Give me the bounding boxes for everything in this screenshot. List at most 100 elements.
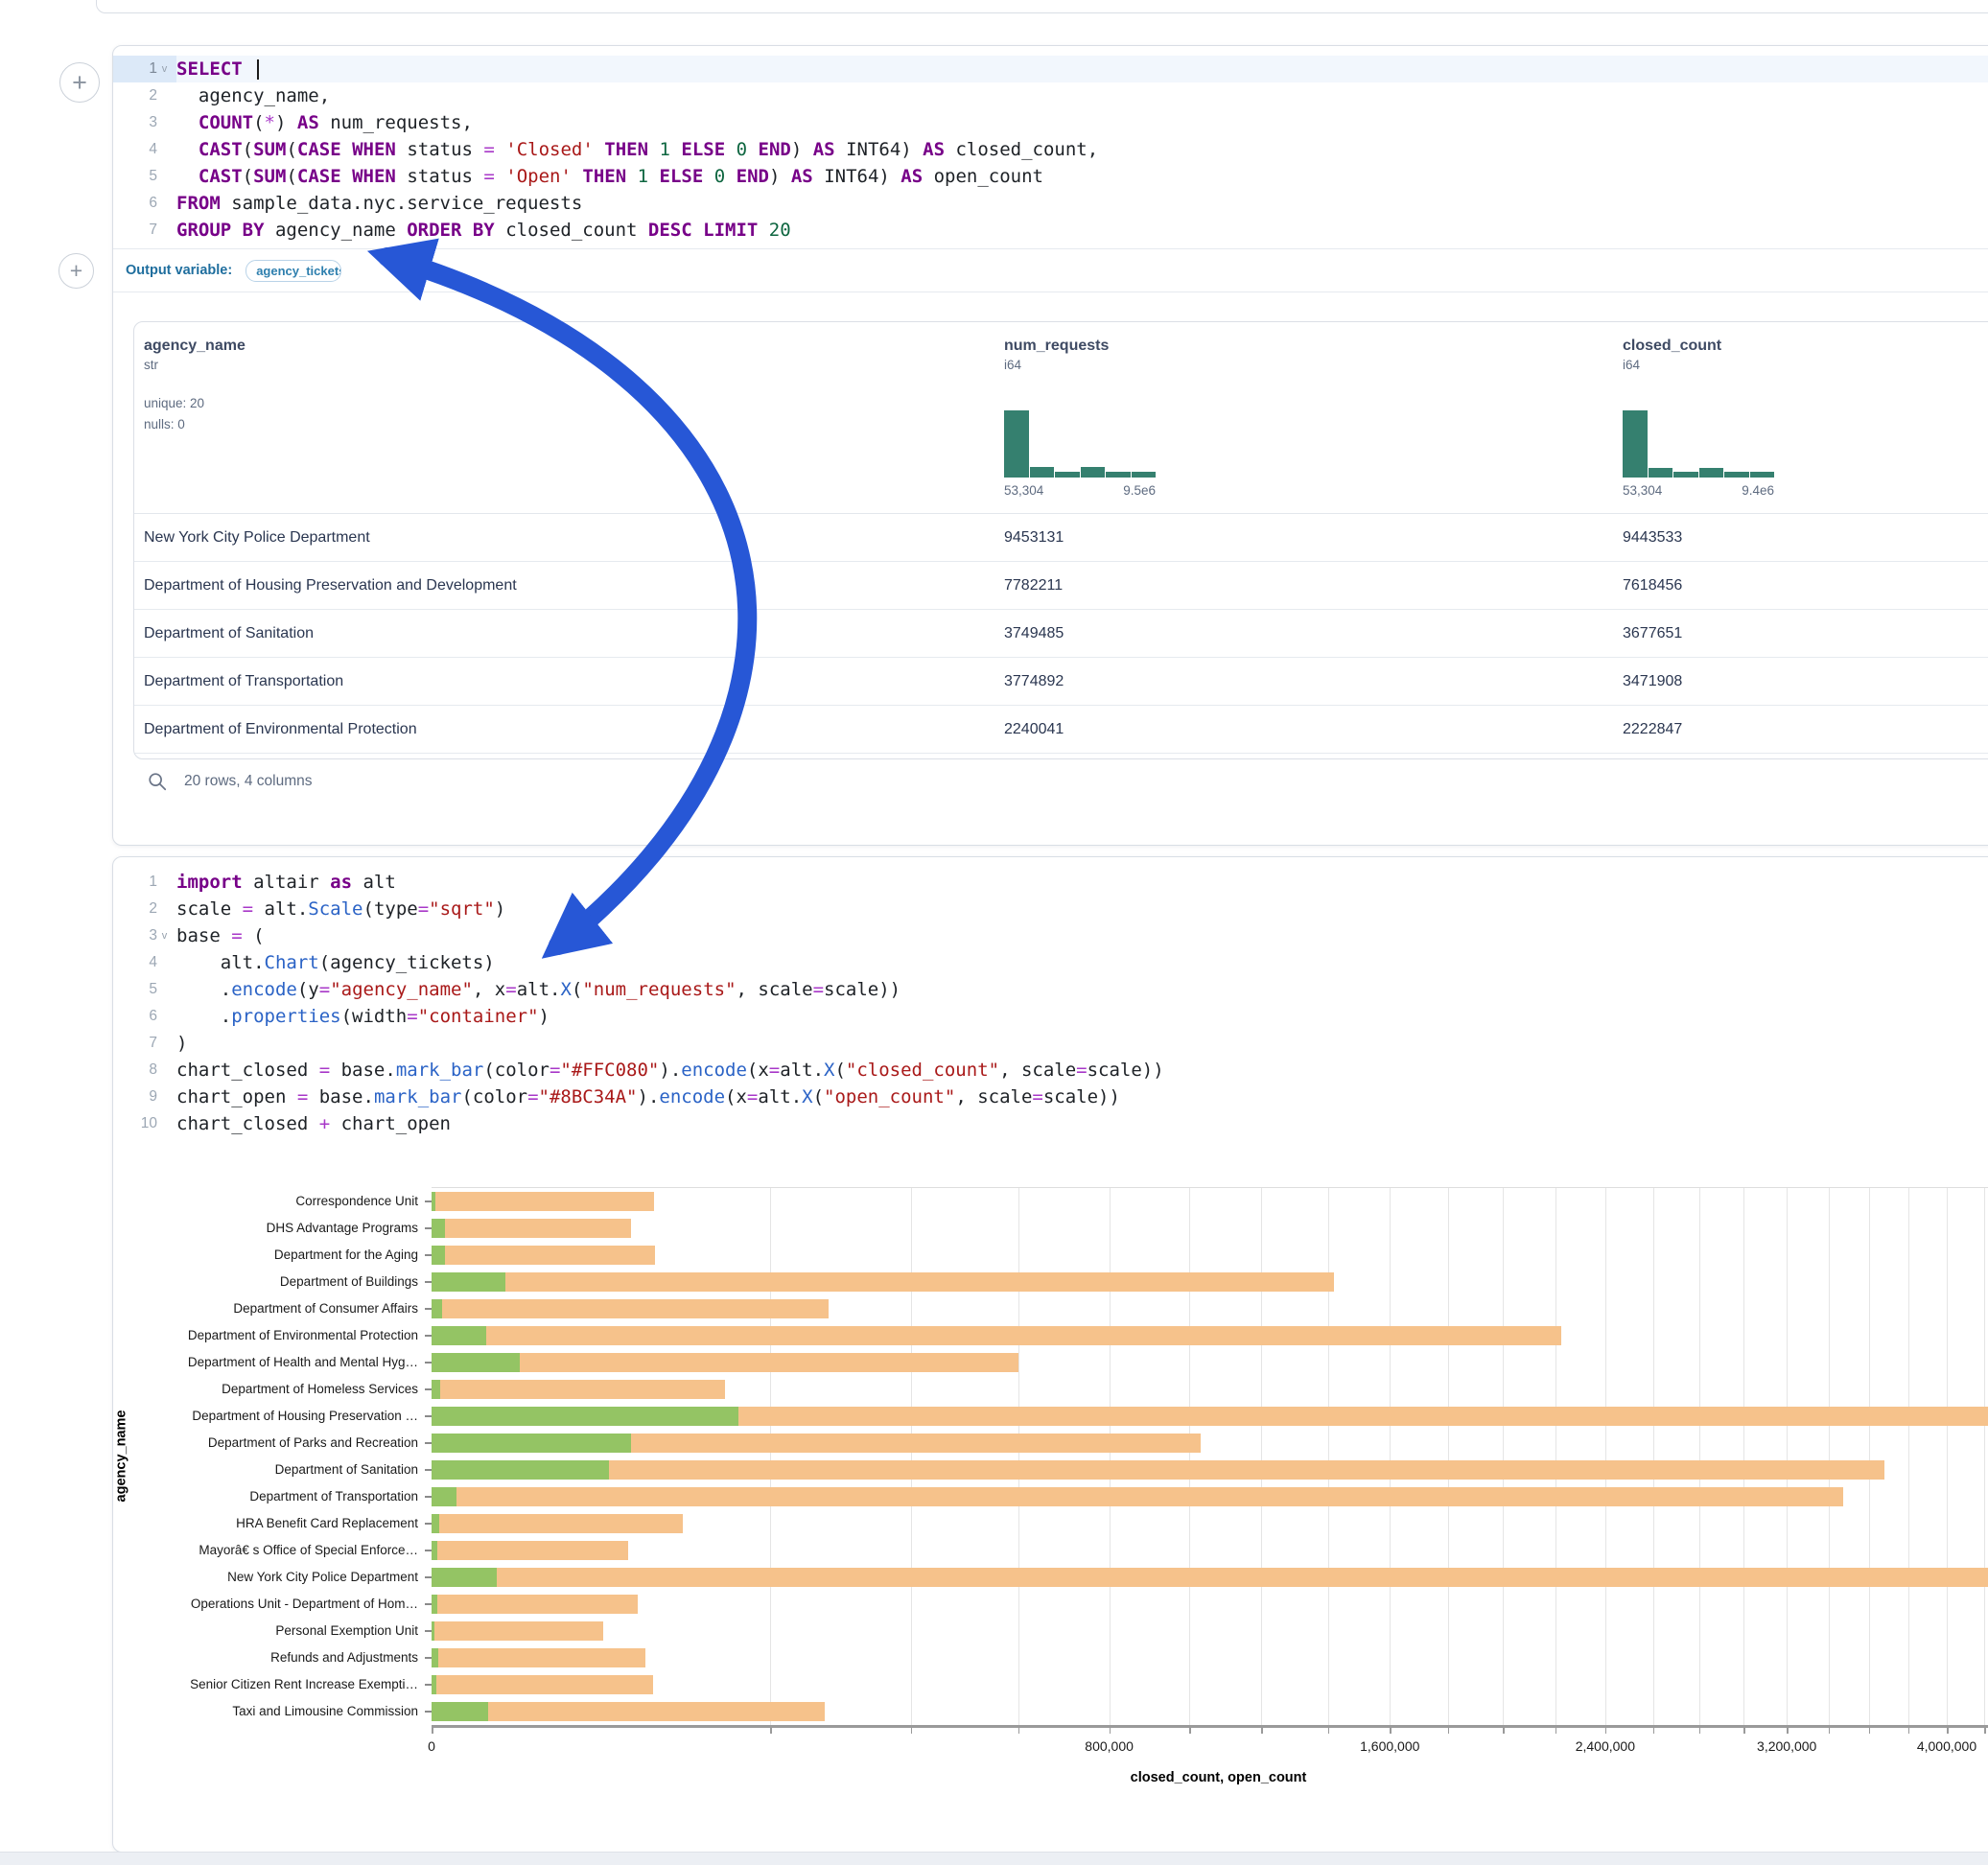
x-axis-tick: [1869, 1727, 1871, 1734]
gridline: [1555, 1188, 1556, 1725]
histogram-bin: [1750, 472, 1775, 478]
table-row[interactable]: Department of Environmental Protection22…: [134, 706, 1988, 754]
code-line[interactable]: 5 CAST(SUM(CASE WHEN status = 'Open' THE…: [113, 163, 1988, 190]
output-variable-label: Output variable:: [126, 263, 232, 278]
y-axis-label: Department of Transportation: [113, 1490, 418, 1504]
y-axis-label: Taxi and Limousine Commission: [113, 1705, 418, 1718]
output-variable-row: Output variable: agency_tickets: [113, 248, 1988, 292]
y-axis-label: Senior Citizen Rent Increase Exempti…: [113, 1678, 418, 1691]
python-cell: 1import altair as alt2scale = alt.Scale(…: [112, 856, 1988, 1853]
y-axis-label: Department for the Aging: [113, 1248, 418, 1262]
open_count-bar: [432, 1621, 434, 1641]
code-line[interactable]: 8chart_closed = base.mark_bar(color="#FF…: [113, 1057, 1988, 1084]
fold-chevron-icon[interactable]: v: [158, 56, 171, 82]
x-axis-line: [432, 1725, 1988, 1728]
y-axis-tick: [425, 1227, 432, 1229]
code-line[interactable]: 2 agency_name,: [113, 82, 1988, 109]
table-cell: 3774892: [1004, 658, 1064, 705]
code-line[interactable]: 3vbase = (: [113, 922, 1988, 949]
histogram-bin: [1030, 467, 1055, 478]
python-code-editor[interactable]: 1import altair as alt2scale = alt.Scale(…: [113, 869, 1988, 1137]
code-line[interactable]: 1vSELECT: [113, 56, 1988, 82]
gridline: [1110, 1188, 1111, 1725]
code-line[interactable]: 10chart_closed + chart_open: [113, 1110, 1988, 1137]
code-line[interactable]: 5 .encode(y="agency_name", x=alt.X("num_…: [113, 976, 1988, 1003]
closed_count-bar: [432, 1299, 829, 1318]
open_count-bar: [432, 1648, 438, 1667]
table-row[interactable]: Department of Transportation 3774892 34719…: [134, 658, 1988, 706]
open_count-bar: [432, 1460, 609, 1480]
x-axis-tick: [1908, 1727, 1910, 1734]
sql-code-editor[interactable]: 1vSELECT 2 agency_name,3 COUNT(*) AS num…: [113, 56, 1988, 244]
y-axis-tick: [425, 1603, 432, 1605]
code-line[interactable]: 4 CAST(SUM(CASE WHEN status = 'Closed' T…: [113, 136, 1988, 163]
histogram-range-labels: 53,3049.5e6: [1004, 483, 1156, 498]
histogram-bin: [1649, 468, 1673, 478]
table-row[interactable]: Department of Sanitation37494853677651: [134, 610, 1988, 658]
closed_count-bar: [432, 1460, 1884, 1480]
code-line[interactable]: 9chart_open = base.mark_bar(color="#8BC3…: [113, 1084, 1988, 1110]
x-axis-tick: [1743, 1727, 1745, 1734]
column-header[interactable]: num_requestsi64: [1004, 338, 1109, 372]
x-axis-tick: [770, 1727, 772, 1734]
row-column-count: 20 rows, 4 columns: [184, 773, 313, 790]
y-axis-tick: [425, 1442, 432, 1444]
column-header[interactable]: agency_namestrunique: 20nulls: 0: [144, 338, 246, 435]
table-cell: 9443533: [1623, 514, 1682, 561]
line-number: 1v: [113, 56, 176, 82]
histogram-bin: [1623, 410, 1648, 478]
code-line[interactable]: 7GROUP BY agency_name ORDER BY closed_co…: [113, 217, 1988, 244]
gridline: [1908, 1188, 1909, 1725]
histogram-bin: [1699, 468, 1724, 478]
table-row[interactable]: New York City Police Department945313194…: [134, 514, 1988, 562]
x-axis-label: 1,600,000: [1332, 1738, 1447, 1754]
add-cell-button[interactable]: +: [59, 62, 100, 103]
line-number: 5: [113, 163, 176, 190]
column-histogram: [1004, 410, 1156, 478]
x-axis-label: 2,400,000: [1548, 1738, 1663, 1754]
y-axis-tick: [425, 1201, 432, 1202]
open_count-bar: [432, 1219, 445, 1238]
y-axis-tick: [425, 1469, 432, 1471]
table-row[interactable]: Department of Housing Preservation and D…: [134, 562, 1988, 610]
code-line[interactable]: 4 alt.Chart(agency_tickets): [113, 949, 1988, 976]
column-histogram: [1623, 410, 1774, 478]
x-axis-tick: [1829, 1727, 1831, 1734]
x-axis-tick: [1390, 1727, 1392, 1734]
table-cell: Department of Transportation: [144, 658, 343, 705]
line-number: 3: [113, 109, 176, 136]
fold-chevron-icon[interactable]: v: [158, 922, 171, 949]
line-number: 1: [113, 869, 176, 896]
line-number: 3v: [113, 922, 176, 949]
column-stats: unique: 20nulls: 0: [144, 393, 246, 435]
y-axis-tick: [425, 1684, 432, 1686]
code-line[interactable]: 6 .properties(width="container"): [113, 1003, 1988, 1030]
code-line[interactable]: 3 COUNT(*) AS num_requests,: [113, 109, 1988, 136]
y-axis-label: Department of Environmental Protection: [113, 1329, 418, 1342]
code-line[interactable]: 1import altair as alt: [113, 869, 1988, 896]
table-cell: 7618456: [1623, 562, 1682, 609]
y-axis-tick: [425, 1550, 432, 1551]
column-header[interactable]: closed_counti64: [1623, 338, 1721, 372]
x-axis-tick: [1110, 1727, 1111, 1734]
code-line[interactable]: 6FROM sample_data.nyc.service_requests: [113, 190, 1988, 217]
code-line[interactable]: 2scale = alt.Scale(type="sqrt"): [113, 896, 1988, 922]
closed_count-bar: [432, 1648, 645, 1667]
y-axis-tick: [425, 1308, 432, 1310]
x-axis-tick: [432, 1727, 433, 1734]
add-cell-button[interactable]: +: [58, 253, 94, 289]
table-cell: Department of Housing Preservation and D…: [144, 562, 517, 609]
gridline: [1787, 1188, 1788, 1725]
code-line[interactable]: 7): [113, 1030, 1988, 1057]
y-axis-tick: [425, 1254, 432, 1256]
result-table-header: agency_namestrunique: 20nulls: 0 num_requ…: [134, 322, 1988, 514]
histogram-bin: [1055, 472, 1080, 478]
y-axis-tick: [425, 1523, 432, 1525]
search-icon[interactable]: [147, 771, 168, 792]
open_count-bar: [432, 1353, 520, 1372]
table-cell: 3471908: [1623, 658, 1682, 705]
gridline: [911, 1188, 912, 1725]
gridline: [1328, 1188, 1329, 1725]
output-variable-pill[interactable]: agency_tickets: [246, 260, 341, 282]
y-axis-label: Personal Exemption Unit: [113, 1624, 418, 1638]
